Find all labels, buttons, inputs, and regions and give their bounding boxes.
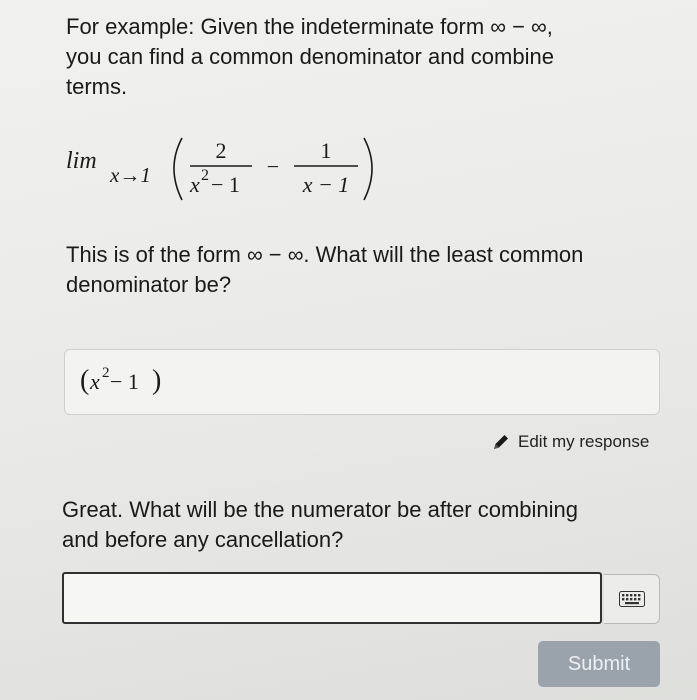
- edit-response-label: Edit my response: [518, 432, 650, 451]
- intro-line-3: terms.: [66, 74, 128, 99]
- intro-line-2: you can find a common denominator and co…: [66, 44, 554, 69]
- question-1-line-2: denominator be?: [66, 272, 232, 297]
- answer-base: x: [89, 369, 100, 394]
- fraction-1-denominator-exponent: 2: [201, 167, 209, 184]
- keyboard-icon: [618, 591, 645, 607]
- edit-response-link[interactable]: Edit my response: [492, 430, 662, 454]
- submit-button[interactable]: Submit: [538, 641, 660, 687]
- fraction-2-numerator: 1: [321, 138, 332, 163]
- answer-exponent: 2: [102, 365, 110, 381]
- intro-text: For example: Given the indeterminate for…: [66, 12, 656, 102]
- minus-sign: −: [267, 154, 279, 179]
- question-2-line-1: Great. What will be the numerator be aft…: [62, 497, 579, 522]
- fraction-1-denominator-rest: − 1: [211, 172, 240, 197]
- previous-answer-math: ( x 2 − 1 ): [80, 365, 161, 396]
- fraction-1-denominator-base: x: [189, 172, 200, 197]
- lim-label: lim: [66, 148, 97, 174]
- limit-expression: lim x→1 2 x 2 − 1 − 1 x − 1: [66, 137, 373, 201]
- left-paren: [173, 137, 183, 201]
- numerator-response-input[interactable]: [62, 572, 602, 624]
- lim-subscript: x→1: [109, 163, 151, 187]
- question-2-line-2: and before any cancellation?: [62, 527, 344, 552]
- answer-rest: − 1: [110, 369, 139, 394]
- pencil-icon: [494, 435, 508, 449]
- question-2-text: Great. What will be the numerator be aft…: [62, 495, 672, 555]
- intro-line-1: For example: Given the indeterminate for…: [66, 14, 553, 39]
- question-1-text: This is of the form ∞ − ∞. What will the…: [66, 240, 666, 300]
- answer-close-paren: ): [152, 365, 161, 396]
- right-paren: [363, 137, 373, 201]
- fraction-2-denominator: x − 1: [302, 172, 350, 197]
- question-1-line-1: This is of the form ∞ − ∞. What will the…: [66, 242, 584, 267]
- answer-open-paren: (: [80, 365, 89, 396]
- fraction-1-numerator: 2: [216, 138, 227, 163]
- math-keyboard-button[interactable]: [604, 574, 660, 624]
